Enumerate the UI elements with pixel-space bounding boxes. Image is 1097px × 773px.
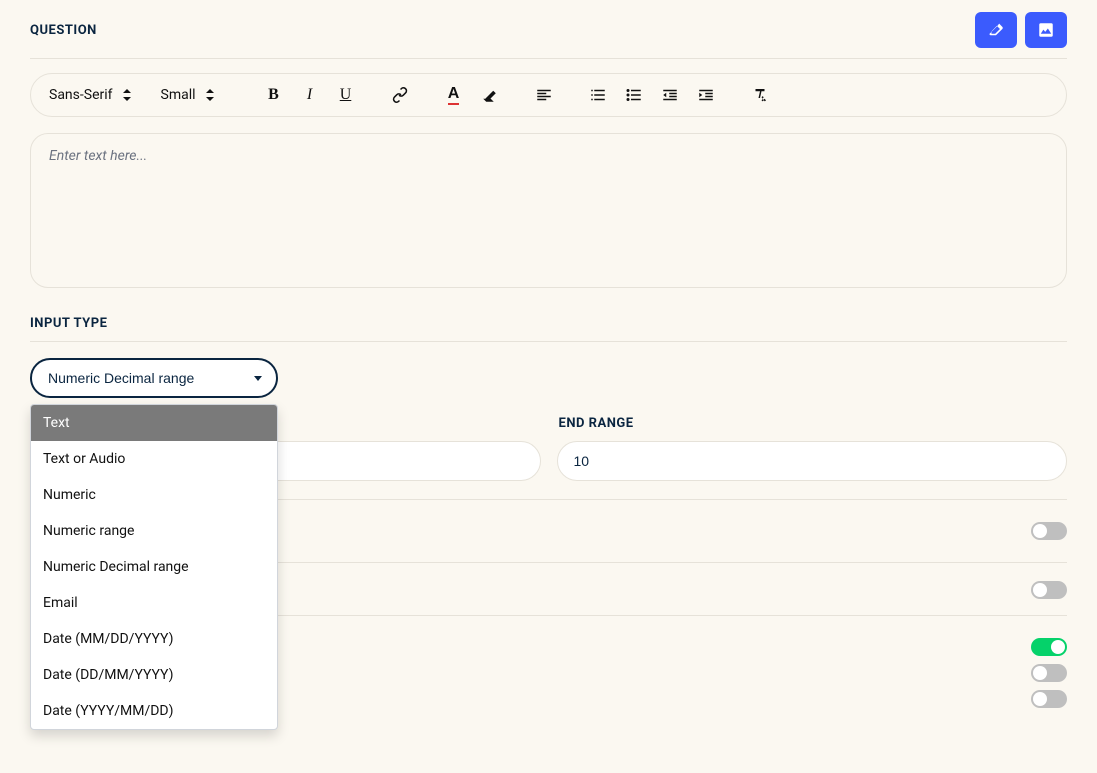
clear-group xyxy=(739,84,781,106)
input-type-dropdown: Text Text or Audio Numeric Numeric range… xyxy=(30,404,278,730)
align-left-icon xyxy=(535,86,553,104)
font-family-value: Sans-Serif xyxy=(49,87,113,103)
highlight-button[interactable] xyxy=(479,84,501,106)
font-size-value: Small xyxy=(161,87,196,103)
indent-icon xyxy=(697,86,715,104)
dropdown-item-text-audio[interactable]: Text or Audio xyxy=(31,441,277,477)
text-color-button[interactable]: A xyxy=(443,84,465,106)
clear-format-button[interactable] xyxy=(749,84,771,106)
end-range-input[interactable] xyxy=(557,441,1068,481)
dropdown-item-date-mdy[interactable]: Date (MM/DD/YYYY) xyxy=(31,621,277,657)
align-button[interactable] xyxy=(533,84,555,106)
question-editor[interactable]: Enter text here... xyxy=(30,133,1067,288)
list-group xyxy=(577,84,727,106)
editor-placeholder: Enter text here... xyxy=(49,148,147,164)
font-family-select[interactable]: Sans-Serif xyxy=(49,87,141,103)
dropdown-item-numeric[interactable]: Numeric xyxy=(31,477,277,513)
rich-text-toolbar: Sans-Serif Small B I U A xyxy=(30,73,1067,117)
sort-icon xyxy=(123,90,133,100)
toggle-3[interactable] xyxy=(1031,638,1067,656)
dropdown-item-text[interactable]: Text xyxy=(31,405,277,441)
question-header: QUESTION xyxy=(30,0,1067,48)
link-group xyxy=(379,84,421,106)
toggle-4[interactable] xyxy=(1031,664,1067,682)
dropdown-item-email[interactable]: Email xyxy=(31,585,277,621)
divider xyxy=(30,341,1067,342)
text-style-group: B I U xyxy=(253,84,367,106)
dropdown-item-numeric-decimal-range[interactable]: Numeric Decimal range xyxy=(31,549,277,585)
sort-icon xyxy=(206,90,216,100)
image-icon xyxy=(1036,21,1056,39)
end-range-col: END RANGE xyxy=(557,416,1068,481)
eraser-icon xyxy=(986,21,1006,39)
font-size-select[interactable]: Small xyxy=(161,87,241,103)
header-buttons xyxy=(975,12,1067,48)
outdent-icon xyxy=(661,86,679,104)
input-type-select-wrap: Numeric Decimal range Text Text or Audio… xyxy=(30,358,278,398)
link-button[interactable] xyxy=(389,84,411,106)
link-icon xyxy=(391,86,409,104)
outdent-button[interactable] xyxy=(659,84,681,106)
toggle-1[interactable] xyxy=(1031,522,1067,540)
input-type-row: INPUT TYPE xyxy=(30,316,1067,331)
underline-button[interactable]: U xyxy=(335,84,357,106)
eraser-button[interactable] xyxy=(975,12,1017,48)
input-type-label: INPUT TYPE xyxy=(30,316,1067,331)
image-button[interactable] xyxy=(1025,12,1067,48)
ordered-list-button[interactable] xyxy=(587,84,609,106)
italic-button[interactable]: I xyxy=(299,84,321,106)
force-response-toggle[interactable] xyxy=(1031,690,1067,708)
toggle-2[interactable] xyxy=(1031,581,1067,599)
color-group: A xyxy=(433,84,511,106)
unordered-list-button[interactable] xyxy=(623,84,645,106)
list-ul-icon xyxy=(625,86,643,104)
input-type-select[interactable]: Numeric Decimal range xyxy=(30,358,278,398)
end-range-label: END RANGE xyxy=(557,416,1068,431)
dropdown-item-date-ymd[interactable]: Date (YYYY/MM/DD) xyxy=(31,693,277,729)
divider xyxy=(30,58,1067,59)
question-label: QUESTION xyxy=(30,23,97,38)
dropdown-item-date-dmy[interactable]: Date (DD/MM/YYYY) xyxy=(31,657,277,693)
bold-button[interactable]: B xyxy=(263,84,285,106)
indent-button[interactable] xyxy=(695,84,717,106)
clear-format-icon xyxy=(751,86,769,104)
align-group xyxy=(523,84,565,106)
highlight-icon xyxy=(481,86,499,104)
list-ol-icon xyxy=(589,86,607,104)
dropdown-item-numeric-range[interactable]: Numeric range xyxy=(31,513,277,549)
